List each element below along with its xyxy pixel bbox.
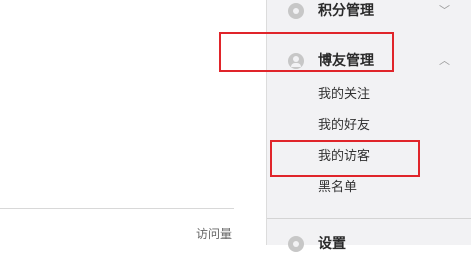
sidebar-item-following[interactable]: 我的关注 [318,87,370,103]
sidebar-section-settings[interactable]: 设置 [267,233,471,257]
highlight-box-friends-section [219,32,394,72]
sidebar-section-points[interactable]: 积分管理 ﹀ [267,0,471,24]
sidebar-item-friends[interactable]: 我的好友 [318,118,370,134]
highlight-box-visitors-item [270,140,420,177]
settings-icon [288,236,304,252]
divider [267,218,471,219]
section-title: 积分管理 [318,3,374,19]
chevron-up-icon[interactable]: ︿ [439,54,450,68]
visits-label: 访问量 [196,227,233,241]
section-title: 设置 [318,236,346,252]
target-icon [288,3,304,19]
divider [0,208,234,209]
chevron-down-icon[interactable]: ﹀ [439,4,450,18]
sidebar-item-blacklist[interactable]: 黑名单 [318,180,357,196]
